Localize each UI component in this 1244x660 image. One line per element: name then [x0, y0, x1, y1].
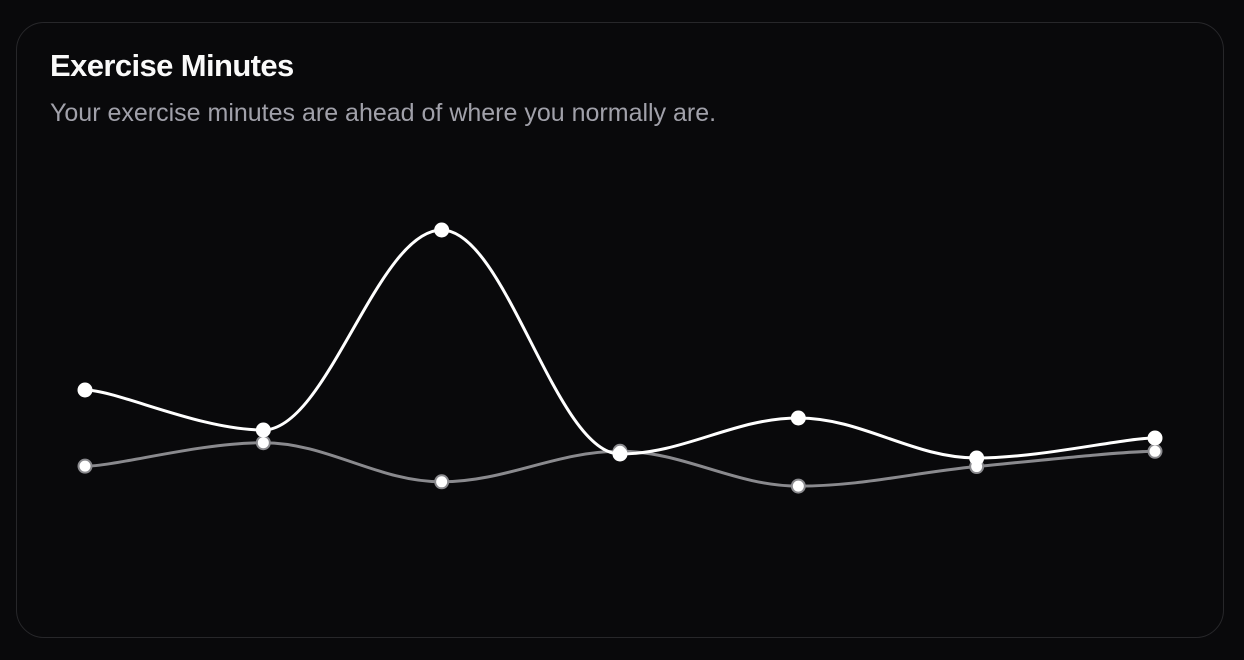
exercise-line-chart — [77, 222, 1163, 494]
series-line-secondary — [83, 228, 1157, 460]
data-point-primary-3[interactable] — [434, 474, 450, 490]
data-point-secondary-1[interactable] — [77, 382, 93, 398]
data-point-secondary-4[interactable] — [612, 446, 628, 462]
data-point-secondary-2[interactable] — [255, 422, 271, 438]
data-point-primary-1[interactable] — [77, 458, 93, 474]
data-point-secondary-5[interactable] — [790, 410, 806, 426]
data-point-secondary-3[interactable] — [434, 222, 450, 238]
data-point-primary-5[interactable] — [790, 478, 806, 494]
data-point-primary-7[interactable] — [1147, 443, 1163, 459]
data-point-secondary-6[interactable] — [969, 450, 985, 466]
data-point-secondary-7[interactable] — [1147, 430, 1163, 446]
data-point-primary-2[interactable] — [255, 435, 271, 451]
